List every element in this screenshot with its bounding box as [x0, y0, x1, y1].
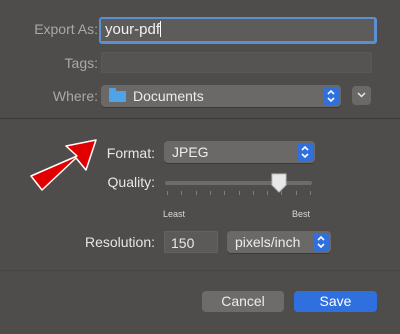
quality-max-label: Best [292, 209, 311, 219]
resolution-label: Resolution: [84, 234, 155, 250]
where-stepper-icon [323, 87, 339, 105]
resolution-unit-value: pixels/inch [235, 234, 301, 250]
resolution-value: 150 [171, 235, 195, 251]
slider-tick [195, 191, 197, 195]
slider-tick [252, 191, 254, 195]
red-arrow-icon [30, 139, 97, 191]
folder-icon [109, 88, 126, 102]
save-button[interactable]: Save [294, 291, 377, 312]
where-value: Documents [133, 88, 204, 104]
cancel-button[interactable]: Cancel [202, 291, 284, 312]
resolution-stepper-icon [313, 233, 329, 251]
tags-field[interactable] [101, 52, 372, 73]
where-popup[interactable]: Documents [101, 85, 341, 107]
format-popup[interactable]: JPEG [164, 141, 315, 163]
slider-tick [209, 191, 211, 195]
export-as-field[interactable]: your-pdf [101, 19, 374, 41]
quality-label: Quality: [107, 174, 155, 190]
slider-tick [295, 191, 297, 195]
format-value: JPEG [172, 144, 209, 160]
tags-label: Tags: [64, 55, 98, 71]
section-divider [0, 118, 400, 119]
chevron-down-icon [357, 92, 366, 98]
format-label: Format: [106, 145, 155, 161]
slider-tick [267, 191, 269, 195]
export-dialog: Export As: your-pdf Tags: Where: Documen… [0, 0, 400, 334]
slider-tick [310, 191, 311, 195]
format-stepper-icon [297, 143, 313, 161]
slider-tick [238, 191, 240, 195]
expand-button[interactable] [352, 86, 371, 105]
where-label: Where: [52, 88, 98, 104]
quality-slider-thumb[interactable] [270, 173, 288, 193]
resolution-field[interactable]: 150 [164, 231, 218, 253]
quality-min-label: Least [163, 209, 186, 219]
resolution-unit-popup[interactable]: pixels/inch [227, 231, 331, 253]
text-cursor [160, 21, 162, 37]
footer-divider [0, 270, 400, 271]
export-as-value: your-pdf [105, 21, 161, 38]
slider-tick [167, 191, 168, 195]
slider-tick [224, 191, 226, 195]
export-as-label: Export As: [34, 21, 98, 37]
slider-tick [181, 191, 183, 195]
quality-slider-track[interactable] [165, 181, 312, 185]
